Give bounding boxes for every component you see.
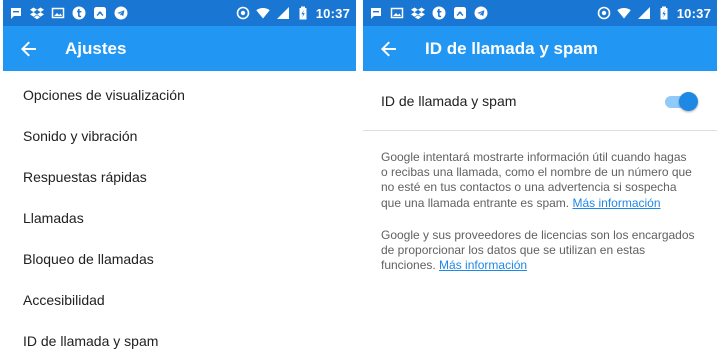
nfc-icon [597, 6, 611, 20]
toggle-label: ID de llamada y spam [381, 92, 517, 109]
tumblr-icon [432, 6, 446, 20]
sms-icon [9, 6, 23, 20]
cellular-signal-icon [637, 6, 651, 20]
sms-icon [369, 6, 383, 20]
wifi-icon [256, 6, 270, 20]
description: Google intentará mostrarte información ú… [363, 150, 717, 273]
clock: 10:37 [315, 5, 350, 21]
back-arrow-icon[interactable] [17, 37, 41, 61]
page-title: Ajustes [65, 38, 127, 58]
settings-item-accessibility[interactable]: Accesibilidad [3, 279, 356, 320]
status-bar: 10:37 [3, 0, 356, 26]
description-paragraph: Google y sus proveedores de licencias so… [381, 228, 695, 274]
description-paragraph: Google intentará mostrarte información ú… [381, 150, 695, 211]
caller-id-spam-setting[interactable]: ID de llamada y spam [363, 71, 717, 131]
wifi-icon [617, 6, 631, 20]
settings-item-call-blocking[interactable]: Bloqueo de llamadas [3, 238, 356, 279]
settings-screen: 10:37 Ajustes Opciones de visualización … [3, 0, 356, 355]
settings-item-quick-responses[interactable]: Respuestas rápidas [3, 156, 356, 197]
page-title: ID de llamada y spam [425, 38, 598, 58]
more-info-link[interactable]: Más información [439, 258, 527, 272]
switch-thumb [679, 91, 698, 111]
caller-id-spam-switch[interactable] [663, 91, 698, 111]
cellular-signal-icon [276, 6, 290, 20]
status-bar: 10:37 [363, 0, 717, 26]
clock: 10:37 [676, 5, 711, 21]
image-icon [51, 6, 65, 20]
settings-list: Opciones de visualización Sonido y vibra… [3, 74, 356, 355]
divider [356, 0, 363, 355]
nfc-icon [236, 6, 250, 20]
image-icon [390, 6, 404, 20]
more-info-link[interactable]: Más información [572, 196, 660, 210]
app-bar: Ajustes [3, 26, 356, 71]
app-bar: ID de llamada y spam [363, 26, 717, 71]
feedly-icon [93, 6, 107, 20]
feedly-icon [453, 6, 467, 20]
battery-icon [657, 6, 671, 20]
caller-id-spam-screen: 10:37 ID de llamada y spam ID de llamada… [363, 0, 717, 355]
settings-item-caller-id-spam[interactable]: ID de llamada y spam [3, 320, 356, 355]
dropbox-icon [30, 6, 44, 20]
telegram-icon [474, 6, 488, 20]
settings-item-sound-vibration[interactable]: Sonido y vibración [3, 115, 356, 156]
telegram-icon [114, 6, 128, 20]
tumblr-icon [72, 6, 86, 20]
settings-item-display-options[interactable]: Opciones de visualización [3, 74, 356, 115]
settings-item-calls[interactable]: Llamadas [3, 197, 356, 238]
dropbox-icon [411, 6, 425, 20]
back-arrow-icon[interactable] [377, 37, 401, 61]
battery-icon [296, 6, 310, 20]
description-text: Google y sus proveedores de licencias so… [381, 227, 695, 273]
